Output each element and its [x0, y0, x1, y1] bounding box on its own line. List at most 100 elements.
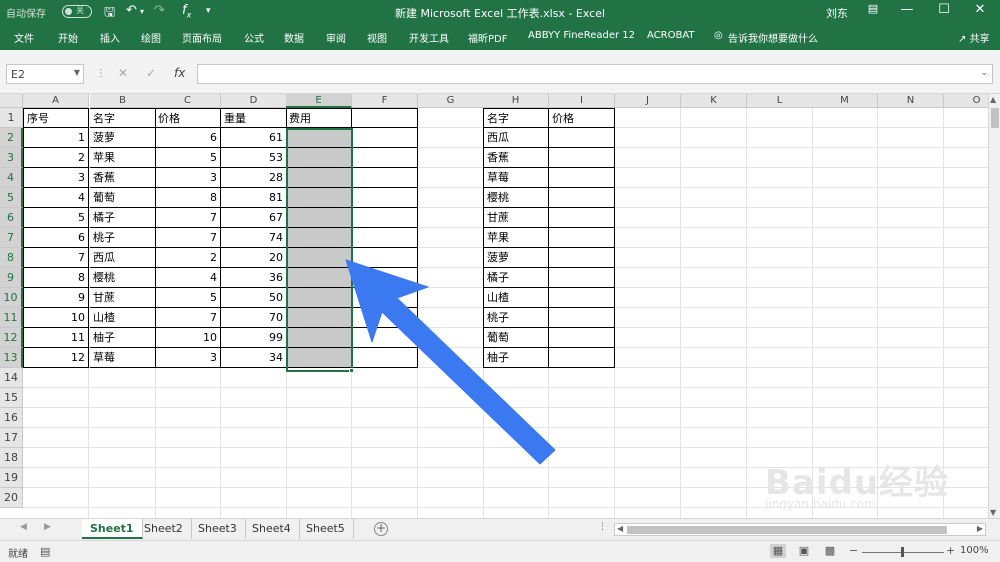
row-header-4[interactable]: 4	[0, 168, 23, 188]
table-cell[interactable]: 葡萄	[90, 188, 156, 208]
chevron-down-icon[interactable]: ▼	[74, 68, 80, 77]
row-header-1[interactable]: 1	[0, 108, 23, 128]
table-cell[interactable]: 桃子	[90, 228, 156, 248]
lookup-price-cell[interactable]	[549, 288, 615, 308]
zoom-slider-thumb[interactable]	[901, 547, 904, 557]
column-header-m[interactable]: M	[812, 94, 878, 108]
table-cell[interactable]: 菠萝	[90, 128, 156, 148]
table-cell[interactable]: 苹果	[90, 148, 156, 168]
lookup-name-cell[interactable]: 草莓	[483, 168, 549, 188]
table-cell[interactable]: 11	[23, 328, 89, 348]
scroll-left-icon[interactable]: ◀	[617, 524, 623, 533]
table-cell[interactable]: 6	[155, 128, 221, 148]
empty-cell[interactable]	[352, 148, 418, 168]
table-cell[interactable]: 7	[155, 228, 221, 248]
empty-cell[interactable]	[352, 288, 418, 308]
fee-cell[interactable]	[286, 208, 352, 228]
lookup-name-cell[interactable]: 甘蔗	[483, 208, 549, 228]
fee-cell[interactable]	[286, 288, 352, 308]
row-header-9[interactable]: 9	[0, 268, 23, 288]
sheet-prev-icon[interactable]: ◀	[20, 522, 27, 532]
fee-cell[interactable]	[286, 348, 352, 368]
lookup-name-cell[interactable]: 西瓜	[483, 128, 549, 148]
lookup-name-cell[interactable]: 樱桃	[483, 188, 549, 208]
column-header-d[interactable]: D	[221, 94, 287, 108]
empty-cell[interactable]	[352, 228, 418, 248]
table-cell[interactable]: 3	[155, 168, 221, 188]
insert-function-icon[interactable]: fx	[174, 66, 185, 80]
lookup-name-cell[interactable]: 橘子	[483, 268, 549, 288]
lookup-header-cell[interactable]: 名字	[483, 108, 549, 128]
table-cell[interactable]: 7	[155, 208, 221, 228]
empty-cell[interactable]	[352, 128, 418, 148]
lookup-name-cell[interactable]: 柚子	[483, 348, 549, 368]
table-cell[interactable]: 西瓜	[90, 248, 156, 268]
table-cell[interactable]: 5	[155, 148, 221, 168]
row-header-16[interactable]: 16	[0, 408, 23, 428]
table-cell[interactable]: 3	[23, 168, 89, 188]
lookup-name-cell[interactable]: 山楂	[483, 288, 549, 308]
empty-cell[interactable]	[352, 188, 418, 208]
table-cell[interactable]: 香蕉	[90, 168, 156, 188]
column-header-l[interactable]: L	[747, 94, 813, 108]
fee-cell[interactable]	[286, 328, 352, 348]
column-header-o[interactable]: O	[944, 94, 988, 108]
row-header-5[interactable]: 5	[0, 188, 23, 208]
header-cell[interactable]: 序号	[23, 108, 89, 128]
table-cell[interactable]: 2	[155, 248, 221, 268]
scroll-up-icon[interactable]: ▲	[990, 95, 996, 104]
sheet-tab-2[interactable]: Sheet2	[136, 519, 192, 539]
table-cell[interactable]: 10	[23, 308, 89, 328]
user-name[interactable]: 刘东	[826, 5, 848, 21]
empty-cell[interactable]	[352, 108, 418, 128]
lookup-name-cell[interactable]: 桃子	[483, 308, 549, 328]
row-header-2[interactable]: 2	[0, 128, 23, 148]
tab-foxit-pdf[interactable]: 福昕PDF	[468, 30, 507, 45]
table-cell[interactable]: 7	[155, 308, 221, 328]
column-header-n[interactable]: N	[878, 94, 944, 108]
fee-cell[interactable]	[286, 168, 352, 188]
tab-abbyy[interactable]: ABBYY FineReader 12	[528, 30, 635, 41]
table-cell[interactable]: 8	[155, 188, 221, 208]
zoom-level[interactable]: 100%	[960, 545, 989, 556]
tab-insert[interactable]: 插入	[100, 30, 120, 45]
table-cell[interactable]: 2	[23, 148, 89, 168]
tab-data[interactable]: 数据	[284, 30, 304, 45]
name-box[interactable]: E2 ▼	[6, 64, 84, 84]
table-cell[interactable]: 橘子	[90, 208, 156, 228]
table-cell[interactable]: 甘蔗	[90, 288, 156, 308]
row-header-3[interactable]: 3	[0, 148, 23, 168]
row-header-10[interactable]: 10	[0, 288, 23, 308]
horizontal-scroll-thumb[interactable]	[627, 526, 947, 534]
vertical-scrollbar[interactable]: ▲ ▼	[988, 94, 1000, 518]
header-cell[interactable]: 费用	[286, 108, 352, 128]
select-all-corner[interactable]	[0, 94, 23, 108]
empty-cell[interactable]	[352, 248, 418, 268]
lookup-price-cell[interactable]	[549, 168, 615, 188]
row-header-6[interactable]: 6	[0, 208, 23, 228]
ribbon-display-icon[interactable]: ▤	[863, 2, 883, 15]
column-header-g[interactable]: G	[418, 94, 484, 108]
row-header-15[interactable]: 15	[0, 388, 23, 408]
row-header-12[interactable]: 12	[0, 328, 23, 348]
table-cell[interactable]: 10	[155, 328, 221, 348]
table-cell[interactable]: 9	[23, 288, 89, 308]
page-layout-view-icon[interactable]: ▣	[796, 544, 812, 558]
tab-draw[interactable]: 绘图	[141, 30, 161, 45]
table-cell[interactable]: 3	[155, 348, 221, 368]
fee-cell[interactable]	[286, 248, 352, 268]
lookup-price-cell[interactable]	[549, 228, 615, 248]
table-cell[interactable]: 36	[221, 268, 287, 288]
fee-cell[interactable]	[286, 188, 352, 208]
table-cell[interactable]: 樱桃	[90, 268, 156, 288]
row-header-13[interactable]: 13	[0, 348, 23, 368]
tab-acrobat[interactable]: ACROBAT	[647, 30, 695, 41]
lookup-name-cell[interactable]: 香蕉	[483, 148, 549, 168]
fee-cell[interactable]	[286, 228, 352, 248]
row-header-7[interactable]: 7	[0, 228, 23, 248]
row-header-17[interactable]: 17	[0, 428, 23, 448]
fee-cell[interactable]	[286, 128, 352, 148]
maximize-icon[interactable]: ☐	[934, 2, 954, 17]
tab-view[interactable]: 视图	[367, 30, 387, 45]
lookup-price-cell[interactable]	[549, 148, 615, 168]
